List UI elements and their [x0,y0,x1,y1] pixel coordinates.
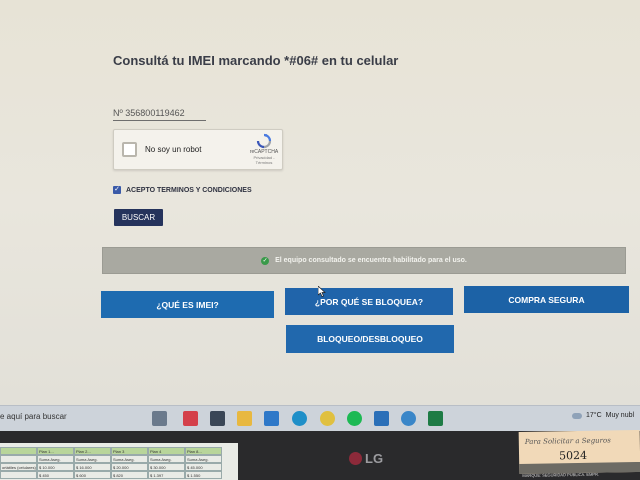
sheet-row: Suma Aseg. Suma Aseg. Suma Aseg. Suma As… [0,455,222,463]
teams-icon[interactable] [401,411,416,426]
edge-icon[interactable] [292,411,307,426]
why-blocked-button[interactable]: ¿POR QUÉ SE BLOQUEA? [285,288,453,315]
app-icon[interactable] [374,411,389,426]
sheet-cell: Plan 8... [185,447,222,455]
chrome-icon[interactable] [320,411,335,426]
windows-taskbar: e aquí para buscar 17°C Muy nubl [0,405,640,431]
recaptcha-links[interactable]: Privacidad - Términos [249,155,279,165]
recaptcha-widget: No soy un robot reCAPTCHA Privacidad - T… [113,129,283,170]
sheet-cell: Suma Aseg. [148,455,185,463]
terms-label: ACEPTO TERMINOS Y CONDICIONES [126,186,252,194]
recaptcha-label: No soy un robot [145,145,202,154]
sheet-cell: Suma Aseg. [111,455,148,463]
sheet-row: ortátiles (celulares) $ 10.000 $ 16.000 … [0,463,222,471]
recaptcha-logo: reCAPTCHA Privacidad - Términos [249,133,279,167]
sheet-cell: ortátiles (celulares) [0,463,37,471]
sheet-cell: $ 600 [74,471,111,479]
sheet-cell: $ 16.000 [74,463,111,471]
sheet-cell: Suma Aseg. [185,455,222,463]
sheet-cell: Plan 2... [74,447,111,455]
sheet-cell: $ 1.397 [148,471,185,479]
sheet-row: $ 450 $ 600 $ 820 $ 1.397 $ 1.550 [0,471,222,479]
temperature-text: 17°C [586,412,602,419]
weather-text: Muy nubl [605,412,635,419]
lg-circle-icon [349,452,362,465]
sticky-note-stripe: MARQUE: SEGURIDAD PUBLICA. EMPR. [519,461,640,478]
sheet-cell: $ 20.000 [111,463,148,471]
terms-checkbox[interactable]: ✓ [113,186,121,194]
excel-icon[interactable] [428,411,443,426]
sheet-cell: Plan 3 [111,447,148,455]
sheet-cell [0,455,37,463]
what-is-imei-button[interactable]: ¿QUÉ ES IMEI? [101,291,274,318]
sheet-cell: Suma Aseg. [74,455,111,463]
imei-input[interactable]: Nº 356800119462 [113,106,206,121]
mouse-cursor-icon [318,286,326,297]
sheet-cell: $ 30.000 [148,463,185,471]
sheet-cell: $ 820 [111,471,148,479]
system-tray[interactable]: 17°C Muy nubl [572,412,634,419]
spreadsheet-paper: Plan 1... Plan 2... Plan 3 Plan 4 Plan 8… [0,443,238,480]
sticky-note-number: 5024 [558,448,588,463]
status-message: El equipo consultado se encuentra habili… [275,257,467,264]
sticky-note-text: Para Solicitar a Seguros [524,436,611,446]
safe-purchase-button[interactable]: COMPRA SEGURA [464,286,629,313]
cloud-icon [572,412,582,419]
terms-row[interactable]: ✓ ACEPTO TERMINOS Y CONDICIONES [113,185,252,195]
lg-brand-text: LG [365,451,384,466]
calculator-icon[interactable] [210,411,225,426]
web-page: Consultá tu IMEI marcando *#06# en tu ce… [0,0,640,405]
page-title: Consultá tu IMEI marcando *#06# en tu ce… [113,53,399,68]
sheet-cell: Suma Aseg. [37,455,74,463]
recaptcha-icon [256,133,272,149]
taskbar-search[interactable]: e aquí para buscar [0,412,67,421]
check-circle-icon: ✓ [261,256,270,265]
recaptcha-checkbox[interactable] [122,142,137,157]
sheet-cell: $ 1.550 [185,471,222,479]
sticky-note: Para Solicitar a Seguros 5024 MARQUE: SE… [518,429,640,478]
block-unblock-button[interactable]: BLOQUEO/DESBLOQUEO [286,325,454,353]
sheet-cell: Plan 1... [37,447,74,455]
sheet-cell [0,471,37,479]
sheet-cell [0,447,37,455]
mail-icon[interactable] [264,411,279,426]
sheet-header-row: Plan 1... Plan 2... Plan 3 Plan 4 Plan 8… [0,447,222,455]
sheet-cell: $ 45.000 [185,463,222,471]
task-view-icon[interactable] [152,411,167,426]
media-icon[interactable] [183,411,198,426]
sheet-cell: $ 10.000 [37,463,74,471]
file-explorer-icon[interactable] [237,411,252,426]
search-button[interactable]: BUSCAR [114,209,163,226]
spotify-icon[interactable] [347,411,362,426]
sheet-cell: Plan 4 [148,447,185,455]
lg-logo: LG [349,451,383,466]
status-banner: ✓ El equipo consultado se encuentra habi… [102,247,626,274]
sheet-cell: $ 450 [37,471,74,479]
